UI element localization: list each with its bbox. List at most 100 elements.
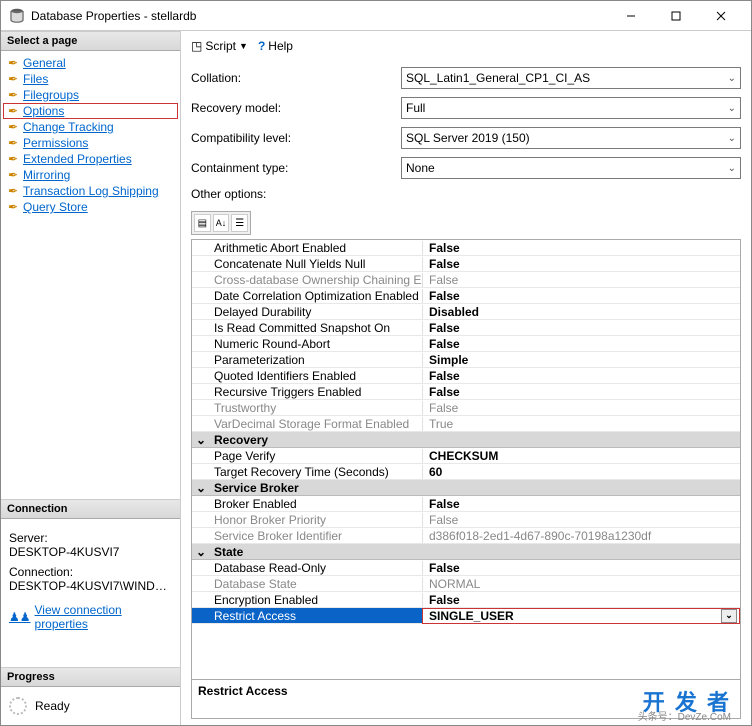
property-category[interactable]: ⌄State (192, 544, 740, 560)
sidebar-item-files[interactable]: ✒ Files (3, 71, 178, 87)
property-row[interactable]: Target Recovery Time (Seconds)60 (192, 464, 740, 480)
containment-type-select[interactable]: None⌄ (401, 157, 741, 179)
property-value: False (422, 337, 740, 351)
chevron-down-icon: ▼ (239, 41, 248, 51)
property-row[interactable]: Delayed DurabilityDisabled (192, 304, 740, 320)
sidebar-item-label: Extended Properties (23, 152, 132, 166)
pin-icon: ✒ (7, 152, 19, 166)
maximize-button[interactable] (653, 2, 698, 30)
pin-icon: ✒ (7, 72, 19, 86)
progress-header: Progress (1, 667, 180, 687)
property-row[interactable]: Honor Broker PriorityFalse (192, 512, 740, 528)
server-label: Server: (9, 531, 172, 545)
recovery-model-select[interactable]: Full⌄ (401, 97, 741, 119)
property-row[interactable]: Page VerifyCHECKSUM (192, 448, 740, 464)
property-value: CHECKSUM (422, 449, 740, 463)
help-button[interactable]: ? Help (258, 39, 293, 53)
property-name: Delayed Durability (192, 305, 422, 319)
property-name: Quoted Identifiers Enabled (192, 369, 422, 383)
property-value: d386f018-2ed1-4d67-890c-70198a1230df (422, 529, 740, 543)
property-row[interactable]: Concatenate Null Yields NullFalse (192, 256, 740, 272)
sidebar-item-label: Options (23, 104, 64, 118)
connection-header: Connection (1, 499, 180, 519)
collapse-icon[interactable]: ⌄ (192, 545, 210, 559)
server-value: DESKTOP-4KUSVI7 (9, 545, 172, 559)
sidebar-item-filegroups[interactable]: ✒Filegroups (3, 87, 178, 103)
sidebar-item-options[interactable]: ✒ Options (3, 103, 178, 119)
pin-icon: ✒ (7, 120, 19, 134)
property-name: Honor Broker Priority (192, 513, 422, 527)
property-row[interactable]: Cross-database Ownership Chaining Enable… (192, 272, 740, 288)
property-value: False (422, 513, 740, 527)
property-row[interactable]: Arithmetic Abort EnabledFalse (192, 240, 740, 256)
chevron-down-icon: ⌄ (728, 163, 736, 174)
property-name: Cross-database Ownership Chaining Enable… (192, 273, 422, 287)
pin-icon: ✒ (7, 56, 19, 70)
property-pages-button[interactable]: ☰ (231, 214, 248, 232)
property-row[interactable]: ParameterizationSimple (192, 352, 740, 368)
property-value: False (422, 241, 740, 255)
close-button[interactable] (698, 2, 743, 30)
property-value: Disabled (422, 305, 740, 319)
select-page-header: Select a page (1, 31, 180, 51)
property-value: False (422, 497, 740, 511)
sidebar-item-extended-properties[interactable]: ✒ Extended Properties (3, 151, 178, 167)
property-value: False (422, 401, 740, 415)
sidebar-item-label: Permissions (23, 136, 88, 150)
property-category[interactable]: ⌄Service Broker (192, 480, 740, 496)
property-value: False (422, 289, 740, 303)
property-name: Recursive Triggers Enabled (192, 385, 422, 399)
minimize-button[interactable] (608, 2, 653, 30)
property-value-editor[interactable]: SINGLE_USER⌄ (422, 608, 740, 624)
sidebar-item-transaction-log-shipping[interactable]: ✒Transaction Log Shipping (3, 183, 178, 199)
property-row[interactable]: Restrict AccessSINGLE_USER⌄ (192, 608, 740, 624)
sidebar-item-label: Transaction Log Shipping (23, 184, 159, 198)
sidebar-item-label: General (23, 56, 66, 70)
property-row[interactable]: Database StateNORMAL (192, 576, 740, 592)
compat-level-select[interactable]: SQL Server 2019 (150)⌄ (401, 127, 741, 149)
alphabetical-view-button[interactable]: A↓ (213, 214, 230, 232)
sidebar-item-general[interactable]: ✒ General (3, 55, 178, 71)
view-connection-properties-link[interactable]: ♟♟ View connection properties (9, 603, 172, 631)
property-name: Encryption Enabled (192, 593, 422, 607)
property-row[interactable]: VarDecimal Storage Format EnabledTrue (192, 416, 740, 432)
property-row[interactable]: Date Correlation Optimization EnabledFal… (192, 288, 740, 304)
property-name: Trustworthy (192, 401, 422, 415)
collation-label: Collation: (191, 71, 401, 85)
script-button[interactable]: ◳ Script ▼ (191, 39, 248, 53)
property-row[interactable]: Database Read-OnlyFalse (192, 560, 740, 576)
property-name: Database State (192, 577, 422, 591)
property-value: True (422, 417, 740, 431)
collapse-icon[interactable]: ⌄ (192, 481, 210, 495)
sidebar-item-query-store[interactable]: ✒Query Store (3, 199, 178, 215)
property-row[interactable]: Encryption EnabledFalse (192, 592, 740, 608)
property-row[interactable]: Quoted Identifiers EnabledFalse (192, 368, 740, 384)
sidebar-item-label: Files (23, 72, 48, 86)
property-row[interactable]: Broker EnabledFalse (192, 496, 740, 512)
property-row[interactable]: Service Broker Identifierd386f018-2ed1-4… (192, 528, 740, 544)
property-value: False (422, 257, 740, 271)
property-row[interactable]: Is Read Committed Snapshot OnFalse (192, 320, 740, 336)
sidebar-item-label: Filegroups (23, 88, 79, 102)
sidebar-item-permissions[interactable]: ✒Permissions (3, 135, 178, 151)
chevron-down-icon[interactable]: ⌄ (721, 609, 737, 623)
property-row[interactable]: Numeric Round-AbortFalse (192, 336, 740, 352)
property-name: Numeric Round-Abort (192, 337, 422, 351)
property-category[interactable]: ⌄Recovery (192, 432, 740, 448)
script-icon: ◳ (191, 39, 202, 53)
property-name: Service Broker Identifier (192, 529, 422, 543)
property-name: Date Correlation Optimization Enabled (192, 289, 422, 303)
property-value: False (422, 369, 740, 383)
categorized-view-button[interactable]: ▤ (194, 214, 211, 232)
property-grid[interactable]: Arithmetic Abort EnabledFalseConcatenate… (191, 239, 741, 680)
pin-icon: ✒ (7, 104, 19, 118)
property-row[interactable]: Recursive Triggers EnabledFalse (192, 384, 740, 400)
window-title: Database Properties - stellardb (31, 9, 608, 23)
collapse-icon[interactable]: ⌄ (192, 433, 210, 447)
property-row[interactable]: TrustworthyFalse (192, 400, 740, 416)
sidebar-item-mirroring[interactable]: ✒Mirroring (3, 167, 178, 183)
sidebar-item-change-tracking[interactable]: ✒Change Tracking (3, 119, 178, 135)
database-icon (9, 8, 25, 24)
collation-select[interactable]: SQL_Latin1_General_CP1_CI_AS⌄ (401, 67, 741, 89)
property-name: Page Verify (192, 449, 422, 463)
